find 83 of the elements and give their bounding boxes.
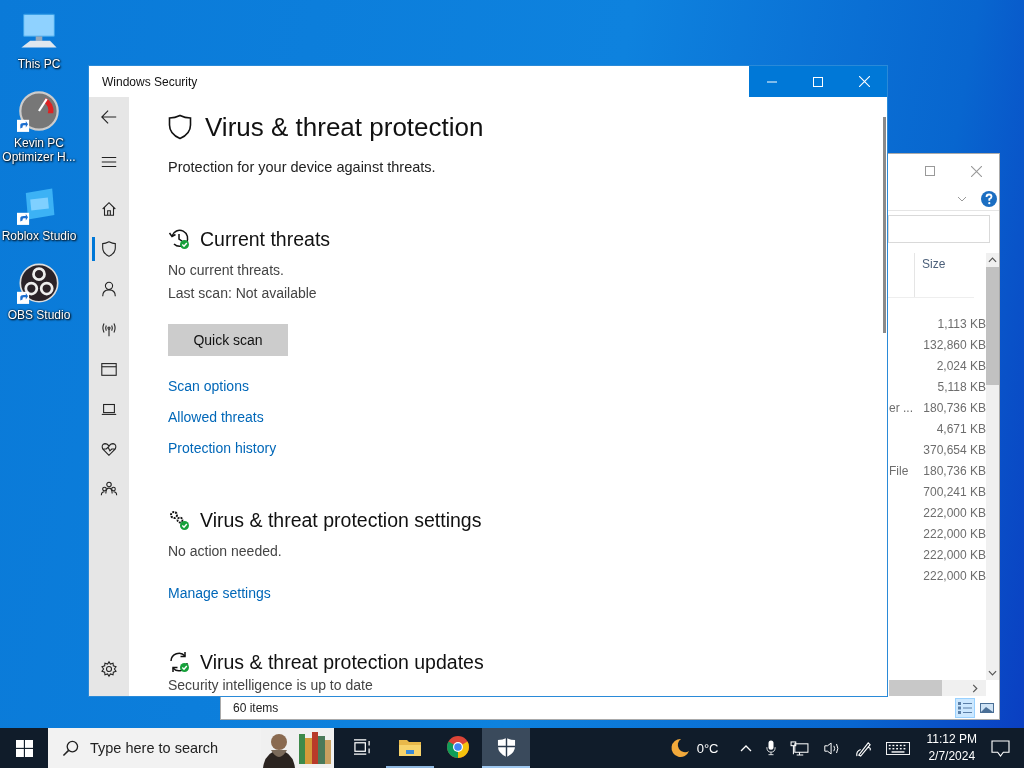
microphone-icon[interactable] <box>765 740 776 756</box>
back-arrow-icon <box>100 108 118 126</box>
clock-check-icon <box>168 228 190 250</box>
link[interactable]: Allowed threats <box>168 407 264 427</box>
table-cell-text: 5,118 KB <box>936 379 986 394</box>
gears-check-icon <box>168 509 190 531</box>
table-cell-text: 180,736 KB <box>922 463 986 478</box>
pen-icon[interactable] <box>854 739 872 757</box>
page-title: Virus & threat protection <box>205 111 484 143</box>
table-cell-text: 4,671 KB <box>935 421 986 436</box>
refresh-check-icon <box>168 651 190 673</box>
section-heading: Virus & threat protection settings <box>200 508 482 533</box>
section-heading: Current threats <box>200 227 331 252</box>
scrollbar[interactable] <box>883 117 886 333</box>
maximize-icon <box>925 166 935 176</box>
quick-scan-button[interactable]: Quick scan <box>168 324 288 356</box>
people-icon <box>100 480 118 498</box>
shield-taskbar-button[interactable] <box>482 728 530 768</box>
table-cell-text: 132,860 KB <box>922 337 986 352</box>
table-cell: File <box>889 463 909 478</box>
search-field[interactable] <box>888 215 990 243</box>
table-cell-text: 222,000 KB <box>922 526 986 541</box>
scroll-right-icon[interactable] <box>972 683 978 693</box>
link[interactable]: Manage settings <box>168 583 271 603</box>
shield-icon <box>168 114 192 140</box>
table-cell-text: 700,241 KB <box>922 484 986 499</box>
details-list-icon <box>957 700 973 715</box>
desktop-shortcut[interactable]: Kevin PC Optimizer H... <box>0 89 78 164</box>
window-title: Windows Security <box>101 74 199 89</box>
table-cell-text: 222,000 KB <box>922 547 986 562</box>
heart-icon <box>100 440 118 458</box>
clock[interactable]: 11:12 PM 2/7/2024 <box>926 731 977 765</box>
search-icon <box>62 739 79 757</box>
image-icon <box>979 700 995 715</box>
weather-temperature[interactable]: 0°C <box>696 740 719 756</box>
keyboard-icon[interactable] <box>885 741 910 755</box>
help-icon[interactable] <box>981 191 997 207</box>
close-icon <box>858 76 870 87</box>
section-heading: Virus & threat protection updates <box>200 650 484 675</box>
desktop-shortcut[interactable]: OBS Studio <box>0 261 78 322</box>
page-subtitle: Protection for your device against threats. <box>168 158 436 177</box>
table-cell-text: 2,024 KB <box>935 358 986 373</box>
column-header[interactable]: Size <box>914 253 974 297</box>
table-cell-text: 222,000 KB <box>922 568 986 583</box>
person-icon <box>100 280 118 298</box>
table-cell-text: 180,736 KB <box>922 400 986 415</box>
close-icon <box>970 165 982 177</box>
home-icon <box>100 200 118 218</box>
folder-icon <box>398 737 422 757</box>
shield-icon <box>496 736 516 758</box>
status-text: No current threats. <box>168 261 284 280</box>
table-cell-text: 1,113 KB <box>936 316 986 331</box>
scrollbar[interactable] <box>986 253 999 680</box>
horizontal-scrollbar[interactable] <box>889 680 986 696</box>
details-view-button[interactable] <box>955 697 975 718</box>
browser-icon <box>446 735 470 759</box>
link[interactable]: Protection history <box>168 438 277 458</box>
status-text: Last scan: Not available <box>168 284 317 303</box>
search-field[interactable]: Type here to search <box>88 739 252 757</box>
table-cell-text: 370,654 KB <box>922 442 986 457</box>
speaker-icon[interactable] <box>822 740 841 756</box>
settings-icon <box>100 660 118 678</box>
status-text: No action needed. <box>168 542 282 561</box>
expand-ribbon-icon[interactable] <box>957 196 967 202</box>
table-cell: er ... <box>889 400 913 415</box>
scroll-up-icon[interactable] <box>988 257 997 263</box>
desktop-shortcut[interactable]: This PC <box>0 10 78 71</box>
link[interactable]: Scan options <box>168 376 249 396</box>
search-bar[interactable]: Type here to search <box>48 728 334 768</box>
table-cell-text: 222,000 KB <box>922 505 986 520</box>
shield-icon <box>100 240 118 258</box>
windows-logo-icon <box>15 739 33 757</box>
antenna-icon <box>100 320 118 338</box>
chevron-up-icon[interactable] <box>739 744 752 752</box>
scroll-down-icon[interactable] <box>988 670 997 676</box>
status-text: 60 items <box>233 700 279 715</box>
window-icon <box>100 360 118 378</box>
task-view-icon <box>352 738 372 756</box>
maximize-icon <box>813 76 823 87</box>
notifications-icon[interactable] <box>991 739 1010 757</box>
network-icon[interactable] <box>789 740 809 756</box>
desktop-shortcut[interactable]: Roblox Studio <box>0 182 78 243</box>
status-text: Security intelligence is up to date <box>168 676 373 694</box>
